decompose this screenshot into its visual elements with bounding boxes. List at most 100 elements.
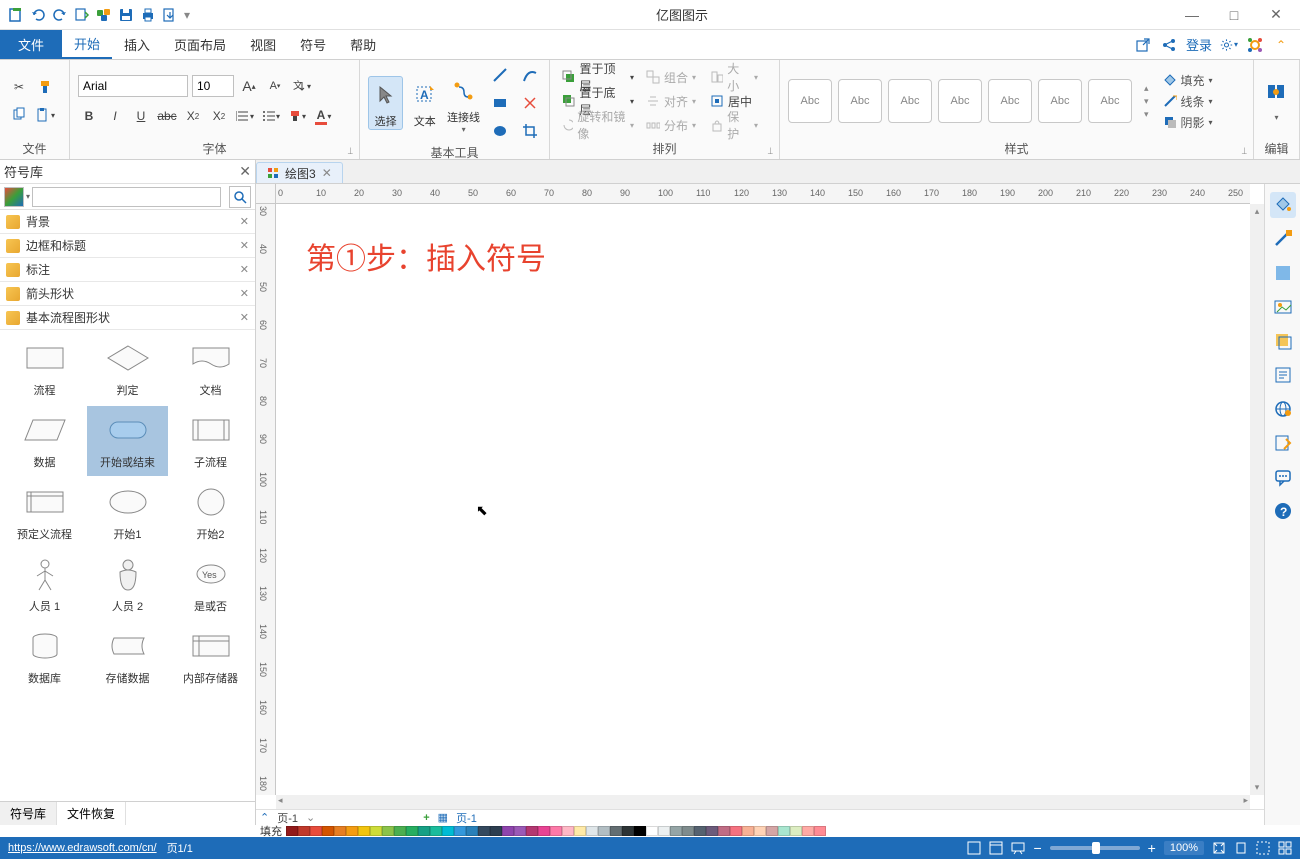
color-swatch[interactable] xyxy=(766,826,778,836)
shape-search-input[interactable] xyxy=(32,187,221,207)
size[interactable]: 大小▾ xyxy=(706,66,762,88)
color-swatch[interactable] xyxy=(778,826,790,836)
color-swatch[interactable] xyxy=(682,826,694,836)
maximize-button[interactable]: □ xyxy=(1214,1,1254,29)
rectangle-tool-icon[interactable] xyxy=(489,92,511,114)
bold-icon[interactable]: B xyxy=(78,105,100,127)
logo-icon[interactable] xyxy=(1246,36,1264,54)
crop-tool-icon[interactable] xyxy=(519,120,541,142)
login-link[interactable]: 登录 xyxy=(1186,35,1212,54)
add-page-button[interactable]: + xyxy=(423,812,429,824)
ribbon-tab-symbol[interactable]: 符号 xyxy=(288,30,338,59)
color-swatch[interactable] xyxy=(538,826,550,836)
font-color-icon[interactable]: A▾ xyxy=(312,105,334,127)
shape-item[interactable]: 子流程 xyxy=(170,406,251,476)
page-list-icon[interactable]: ▦ xyxy=(438,811,448,824)
category-close-icon[interactable]: ✕ xyxy=(240,239,249,252)
color-swatch[interactable] xyxy=(730,826,742,836)
category-close-icon[interactable]: ✕ xyxy=(240,287,249,300)
color-swatch[interactable] xyxy=(754,826,766,836)
color-swatch[interactable] xyxy=(370,826,382,836)
color-swatch[interactable] xyxy=(718,826,730,836)
category-close-icon[interactable]: ✕ xyxy=(240,311,249,324)
export-share-icon[interactable] xyxy=(1134,36,1152,54)
color-swatch[interactable] xyxy=(334,826,346,836)
qat-dropdown-icon[interactable]: ▾ xyxy=(182,5,192,25)
color-swatch[interactable] xyxy=(286,826,298,836)
cut-icon[interactable]: ✂ xyxy=(8,76,30,98)
minimize-button[interactable]: — xyxy=(1172,1,1212,29)
open-icon[interactable] xyxy=(72,5,92,25)
group[interactable]: 组合▾ xyxy=(642,66,702,88)
zoom-slider[interactable] xyxy=(1050,846,1140,850)
zoom-out-button[interactable]: − xyxy=(1033,840,1041,856)
export-icon[interactable] xyxy=(160,5,180,25)
grid-view-icon[interactable] xyxy=(1278,841,1292,855)
color-swatch[interactable] xyxy=(706,826,718,836)
color-swatch[interactable] xyxy=(430,826,442,836)
color-swatch[interactable] xyxy=(442,826,454,836)
color-swatch[interactable] xyxy=(406,826,418,836)
ribbon-tab-insert[interactable]: 插入 xyxy=(112,30,162,59)
page-tab-1[interactable]: 页-1 xyxy=(456,810,477,826)
color-swatch[interactable] xyxy=(478,826,490,836)
curve-tool-icon[interactable] xyxy=(519,64,541,86)
horizontal-scrollbar[interactable]: ◂▸ xyxy=(276,795,1250,809)
shadow-dropdown[interactable]: 阴影▾ xyxy=(1163,114,1213,131)
rail-page-icon[interactable] xyxy=(1270,260,1296,286)
shape-item[interactable]: Yes是或否 xyxy=(170,550,251,620)
color-swatch[interactable] xyxy=(646,826,658,836)
copy-icon[interactable] xyxy=(8,104,30,126)
font-launcher-icon[interactable]: ⟘ xyxy=(348,146,353,157)
category-close-icon[interactable]: ✕ xyxy=(240,263,249,276)
ellipse-tool-icon[interactable] xyxy=(489,120,511,142)
superscript-icon[interactable]: X2 xyxy=(208,105,230,127)
color-swatch[interactable] xyxy=(358,826,370,836)
fill-dropdown[interactable]: 填充▾ xyxy=(1163,72,1213,89)
color-swatch[interactable] xyxy=(346,826,358,836)
rail-comment-icon[interactable] xyxy=(1270,464,1296,490)
document-tab-close[interactable]: ✕ xyxy=(322,166,332,180)
color-swatch[interactable] xyxy=(454,826,466,836)
style-preset-1[interactable]: Abc xyxy=(788,79,832,123)
left-tab-recovery[interactable]: 文件恢复 xyxy=(57,802,126,825)
canvas[interactable]: 第①步：插入符号 ⬉ xyxy=(276,204,1250,795)
line-tool-icon[interactable] xyxy=(489,64,511,86)
shape-item[interactable]: 开始2 xyxy=(170,478,251,548)
file-tab[interactable]: 文件 xyxy=(0,30,62,59)
dashed-rect-icon[interactable] xyxy=(519,92,541,114)
color-swatch[interactable] xyxy=(694,826,706,836)
ribbon-tab-help[interactable]: 帮助 xyxy=(338,30,388,59)
shape-search-button[interactable] xyxy=(229,186,251,208)
shape-item[interactable]: 流程 xyxy=(4,334,85,404)
italic-icon[interactable]: I xyxy=(104,105,126,127)
align[interactable]: 对齐▾ xyxy=(642,90,702,112)
color-swatch[interactable] xyxy=(562,826,574,836)
rail-fill-icon[interactable] xyxy=(1270,192,1296,218)
shape-item[interactable]: 预定义流程 xyxy=(4,478,85,548)
shape-item[interactable]: 内部存储器 xyxy=(170,622,251,692)
style-scroll-up-icon[interactable]: ▴ xyxy=(1144,83,1149,94)
close-button[interactable]: ✕ xyxy=(1256,1,1296,29)
share-icon[interactable] xyxy=(1160,36,1178,54)
fullscreen-icon[interactable] xyxy=(1256,841,1270,855)
rail-line-icon[interactable] xyxy=(1270,226,1296,252)
color-swatch[interactable] xyxy=(466,826,478,836)
rail-image-icon[interactable] xyxy=(1270,294,1296,320)
zoom-percent[interactable]: 100% xyxy=(1164,841,1204,855)
distribute[interactable]: 分布▾ xyxy=(642,114,702,136)
color-swatch[interactable] xyxy=(550,826,562,836)
color-swatch[interactable] xyxy=(790,826,802,836)
style-preset-6[interactable]: Abc xyxy=(1038,79,1082,123)
color-swatch[interactable] xyxy=(574,826,586,836)
collapse-ribbon-icon[interactable]: ⌃ xyxy=(1272,36,1290,54)
color-swatch[interactable] xyxy=(742,826,754,836)
color-swatch[interactable] xyxy=(502,826,514,836)
color-swatch[interactable] xyxy=(310,826,322,836)
color-swatch[interactable] xyxy=(622,826,634,836)
line-spacing-icon[interactable]: ▾ xyxy=(234,105,256,127)
color-swatch[interactable] xyxy=(670,826,682,836)
select-tool[interactable]: 选择 xyxy=(368,76,403,130)
redo-icon[interactable] xyxy=(50,5,70,25)
rotate-mirror[interactable]: 旋转和镜像▾ xyxy=(558,114,638,136)
